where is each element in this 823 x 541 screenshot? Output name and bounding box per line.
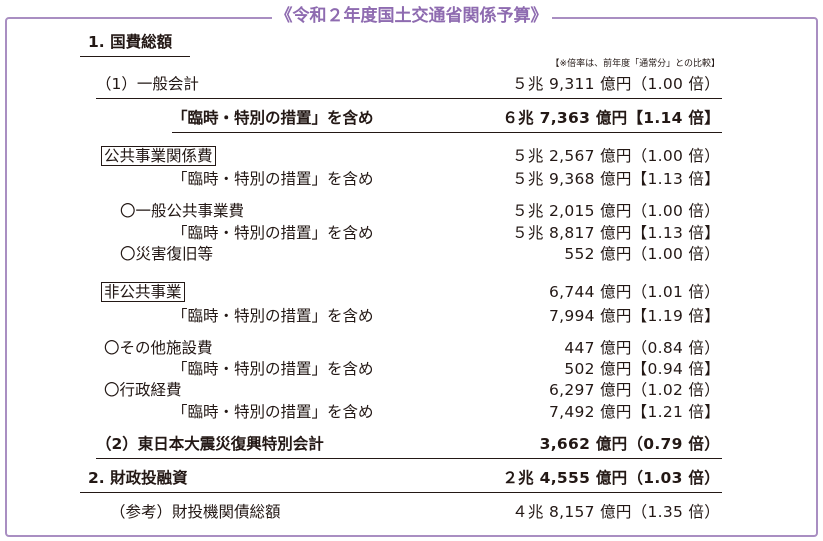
- admin-expenses-special-label: 「臨時・特別の措置」を含め: [172, 403, 374, 421]
- general-account-value: ５兆 9,311 億円（1.00 倍）: [512, 75, 720, 93]
- admin-expenses-special-value: 7,492 億円【1.21 倍】: [548, 403, 720, 421]
- admin-expenses-value: 6,297 億円（1.02 倍）: [548, 381, 720, 399]
- public-works-box: 公共事業関係費: [101, 146, 216, 166]
- public-works-special-value: ５兆 9,368 億円【1.13 倍】: [512, 170, 720, 188]
- public-works-label: 公共事業関係費: [101, 146, 216, 166]
- general-public-works-value: ５兆 2,015 億円（1.00 倍）: [512, 202, 720, 220]
- general-public-works-special-value: ５兆 8,817 億円【1.13 倍】: [512, 224, 720, 242]
- general-public-works-special-label: 「臨時・特別の措置」を含め: [172, 224, 374, 242]
- general-account-label: （1）一般会計: [96, 75, 199, 93]
- admin-expenses-label: 〇行政経費: [104, 381, 182, 399]
- fiscal-investment-label: 2. 財政投融資: [88, 469, 188, 487]
- disaster-recovery-value: 552 億円（1.00 倍）: [564, 245, 720, 263]
- reconstruction-account-underline: [96, 458, 722, 459]
- section-1-label: 1. 国費総額: [88, 33, 173, 51]
- non-public-works-label: 非公共事業: [101, 282, 185, 302]
- fiscal-investment-value: ２兆 4,555 億円（1.03 倍）: [502, 469, 720, 487]
- disaster-recovery-label: 〇災害復旧等: [120, 245, 214, 263]
- non-public-works-special-label: 「臨時・特別の措置」を含め: [172, 307, 374, 325]
- general-account-underline: [96, 98, 722, 99]
- other-facilities-special-value: 502 億円【0.94 倍】: [564, 360, 720, 378]
- non-public-works-value: 6,744 億円（1.01 倍）: [548, 283, 720, 301]
- reconstruction-account-value: 3,662 億円（0.79 倍）: [539, 435, 720, 453]
- agency-bonds-label: （参考）財投機関債総額: [110, 503, 281, 521]
- public-works-special-label: 「臨時・特別の措置」を含め: [172, 170, 374, 188]
- other-facilities-label: 〇その他施設費: [104, 339, 213, 357]
- section-1-underline: [80, 56, 190, 57]
- fiscal-investment-underline: [80, 492, 722, 493]
- general-account-special-underline: [172, 132, 722, 133]
- other-facilities-special-label: 「臨時・特別の措置」を含め: [172, 360, 374, 378]
- non-public-works-box: 非公共事業: [101, 282, 185, 302]
- general-account-special-label: 「臨時・特別の措置」を含め: [172, 109, 374, 127]
- agency-bonds-value: ４兆 8,157 億円（1.35 倍）: [512, 503, 720, 521]
- public-works-value: ５兆 2,567 億円（1.00 倍）: [512, 147, 720, 165]
- page-title: 《令和２年度国土交通省関係予算》: [0, 5, 823, 27]
- other-facilities-value: 447 億円（0.84 倍）: [564, 339, 720, 357]
- general-public-works-label: 〇一般公共事業費: [120, 202, 245, 220]
- non-public-works-special-value: 7,994 億円【1.19 倍】: [548, 307, 720, 325]
- budget-frame: [5, 17, 818, 537]
- ratio-note: 【※倍率は、前年度「通常分」との比較】: [550, 59, 720, 69]
- general-account-special-value: ６兆 7,363 億円【1.14 倍】: [502, 109, 720, 127]
- reconstruction-account-label: （2）東日本大震災復興特別会計: [96, 435, 324, 453]
